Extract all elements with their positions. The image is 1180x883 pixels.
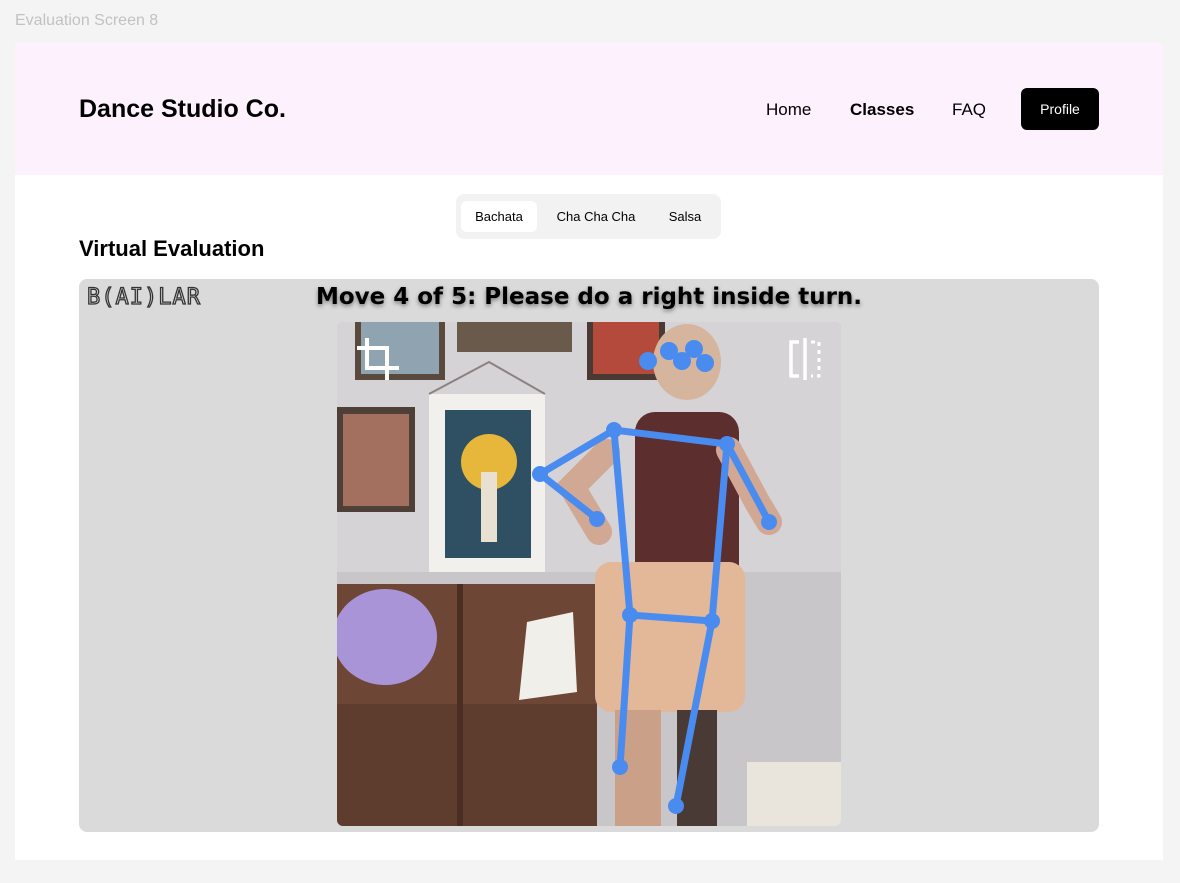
app-frame: Dance Studio Co. Home Classes FAQ Profil… — [15, 43, 1163, 860]
tab-cha-cha-cha[interactable]: Cha Cha Cha — [544, 201, 648, 232]
move-instruction: Move 4 of 5: Please do a right inside tu… — [315, 284, 863, 310]
dance-style-tabs: Bachata Cha Cha Cha Salsa — [456, 194, 721, 239]
crop-icon[interactable] — [355, 336, 401, 382]
brand-title[interactable]: Dance Studio Co. — [79, 95, 286, 124]
page-title: Virtual Evaluation — [79, 236, 265, 261]
nav-home[interactable]: Home — [766, 100, 811, 120]
nav-faq[interactable]: FAQ — [952, 100, 986, 120]
screen-label: Evaluation Screen 8 — [15, 12, 159, 29]
tab-bachata[interactable]: Bachata — [461, 201, 537, 232]
camera-feed — [337, 322, 841, 826]
nav-classes[interactable]: Classes — [850, 100, 914, 120]
profile-button[interactable]: Profile — [1021, 88, 1099, 130]
top-header: Dance Studio Co. Home Classes FAQ Profil… — [15, 43, 1163, 175]
tab-salsa[interactable]: Salsa — [654, 201, 716, 232]
camera-scene — [337, 322, 841, 826]
evaluation-panel: B(AI)LAR Move 4 of 5: Please do a right … — [79, 279, 1099, 832]
mirror-flip-icon[interactable] — [785, 336, 825, 382]
